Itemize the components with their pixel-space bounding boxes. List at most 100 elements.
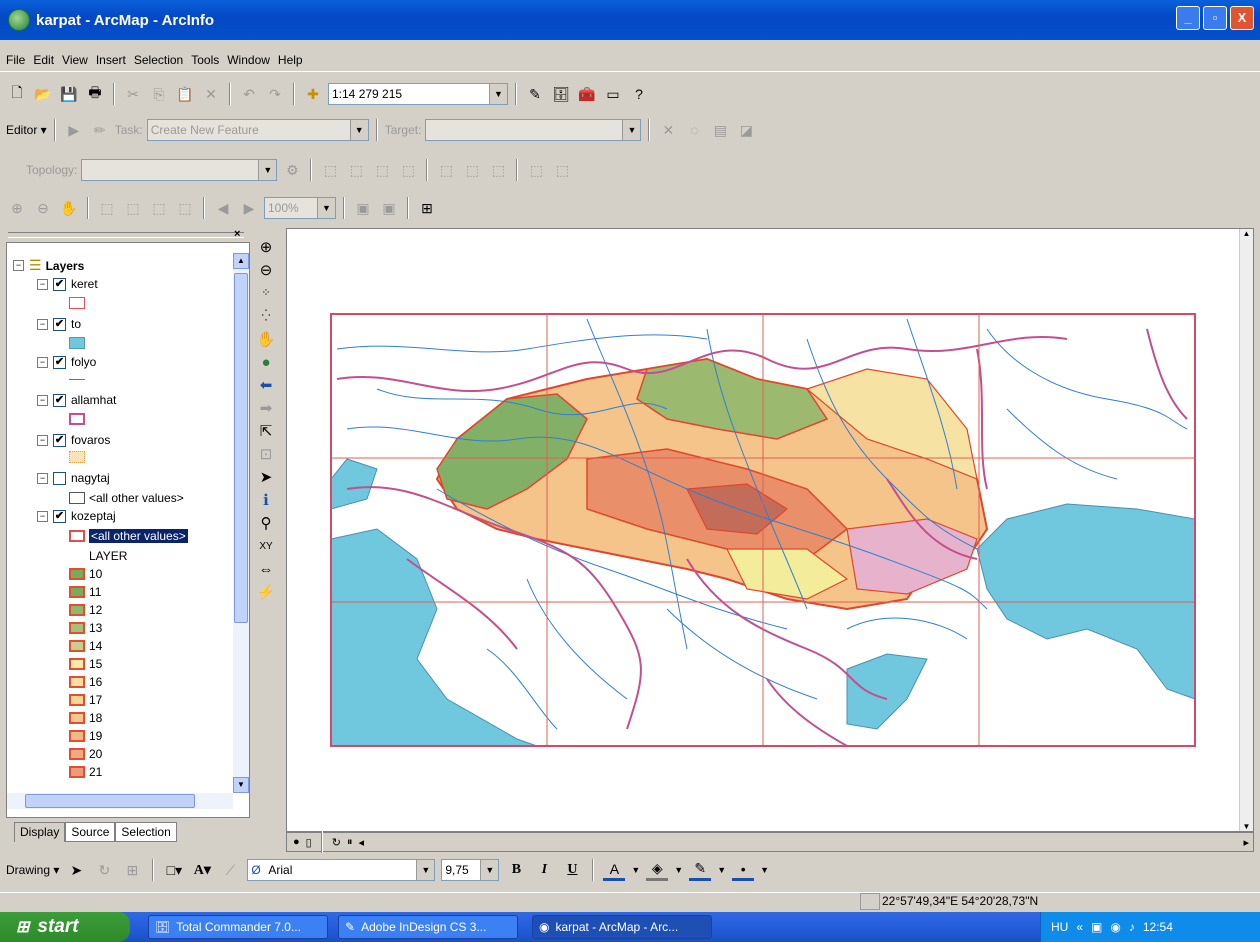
fixed-zoom-out-icon[interactable]: ⁛ bbox=[256, 305, 276, 328]
refresh-icon[interactable]: ↻ bbox=[332, 836, 341, 849]
class-item-14[interactable]: 14 bbox=[69, 639, 102, 653]
pause-drawing-icon[interactable]: ⏸ bbox=[347, 836, 353, 849]
minimize-button[interactable]: _ bbox=[1176, 6, 1200, 30]
scroll-up-icon[interactable]: ▲ bbox=[233, 253, 249, 269]
class-item-15[interactable]: 15 bbox=[69, 657, 102, 671]
chevron-down-icon[interactable]: ▼ bbox=[258, 160, 277, 180]
data-view-icon[interactable]: ● bbox=[293, 836, 300, 848]
class-item-18[interactable]: 18 bbox=[69, 711, 102, 725]
fix-error-icon[interactable]: ⬚ bbox=[525, 159, 547, 181]
layer-visibility-checkbox[interactable]: ✔ bbox=[53, 317, 66, 331]
scroll-down-icon[interactable]: ▼ bbox=[1240, 822, 1253, 831]
bold-button[interactable]: B bbox=[505, 859, 527, 881]
menu-file[interactable]: File bbox=[6, 53, 25, 67]
layer-visibility-checkbox[interactable]: ✔ bbox=[53, 433, 66, 447]
layout-pan-icon[interactable]: ✋ bbox=[58, 197, 80, 219]
layer-visibility-checkbox[interactable] bbox=[53, 471, 66, 485]
antivirus-icon[interactable]: ◉ bbox=[1110, 920, 1120, 934]
toc-vertical-scrollbar[interactable] bbox=[233, 253, 249, 793]
tab-source[interactable]: Source bbox=[65, 822, 116, 842]
text-tool-icon[interactable]: A▾ bbox=[191, 859, 213, 881]
marker-color-icon[interactable]: • bbox=[732, 859, 755, 881]
tab-selection[interactable]: Selection bbox=[115, 822, 177, 842]
tab-display[interactable]: Display bbox=[14, 822, 66, 842]
sketch-properties-icon[interactable]: ◪ bbox=[735, 119, 757, 141]
toc-layer-to[interactable]: − ✔ to bbox=[37, 317, 81, 331]
map-vertical-scrollbar[interactable]: ▲ ▼ bbox=[1239, 229, 1253, 831]
font-color-icon[interactable]: A bbox=[603, 859, 626, 881]
planarize-icon[interactable]: ⬚ bbox=[397, 159, 419, 181]
fixed-zoom-in-icon[interactable]: ⬚ bbox=[96, 197, 118, 219]
scroll-down-icon[interactable]: ▼ bbox=[233, 777, 249, 793]
class-item-11[interactable]: 11 bbox=[69, 585, 101, 599]
language-indicator[interactable]: HU bbox=[1051, 920, 1068, 934]
zoom-to-selected-icon[interactable]: ⊡ bbox=[256, 443, 276, 466]
hyperlink-icon[interactable]: ⚡ bbox=[256, 581, 276, 604]
menu-help[interactable]: Help bbox=[278, 53, 303, 67]
print-icon[interactable]: 🖶 bbox=[84, 83, 106, 105]
zoom-out-icon[interactable]: ⊖ bbox=[256, 259, 276, 282]
layer-visibility-checkbox[interactable]: ✔ bbox=[53, 509, 66, 523]
scroll-thumb[interactable] bbox=[234, 273, 248, 623]
chevron-down-icon[interactable]: ▼ bbox=[480, 860, 499, 880]
toc-layer-nagytaj[interactable]: − nagytaj bbox=[37, 471, 110, 485]
menu-view[interactable]: View bbox=[62, 53, 88, 67]
sketch-tool-icon[interactable]: ✏ bbox=[89, 119, 111, 141]
font-size-combo[interactable]: 9,75 ▼ bbox=[441, 859, 500, 881]
tray-expand-icon[interactable]: « bbox=[1076, 920, 1083, 934]
chevron-down-icon[interactable]: ▼ bbox=[717, 865, 726, 875]
task-combo[interactable]: Create New Feature ▼ bbox=[146, 119, 369, 141]
next-extent-icon[interactable]: ▶ bbox=[238, 197, 260, 219]
select-elements-icon[interactable]: ⇱ bbox=[256, 420, 276, 443]
toc-grip[interactable] bbox=[8, 232, 244, 238]
nagytaj-other-values[interactable]: <all other values> bbox=[69, 491, 184, 505]
class-item-17[interactable]: 17 bbox=[69, 693, 102, 707]
kozeptaj-other-values[interactable]: <all other values> bbox=[69, 529, 188, 543]
toggle-draft-mode-icon[interactable]: ▣ bbox=[352, 197, 374, 219]
chevron-down-icon[interactable]: ▼ bbox=[489, 84, 507, 104]
chevron-down-icon[interactable]: ▼ bbox=[622, 120, 641, 140]
collapse-icon[interactable]: − bbox=[37, 434, 48, 446]
toc-layer-fovaros[interactable]: − ✔ fovaros bbox=[37, 433, 110, 447]
layout-zoom-in-icon[interactable]: ⊕ bbox=[6, 197, 28, 219]
build-topology-icon[interactable]: ⬚ bbox=[371, 159, 393, 181]
rotate-icon[interactable]: ↻ bbox=[93, 859, 115, 881]
layout-zoom-out-icon[interactable]: ⊖ bbox=[32, 197, 54, 219]
collapse-icon[interactable]: − bbox=[37, 394, 48, 406]
previous-extent-icon[interactable]: ◀ bbox=[212, 197, 234, 219]
validate-icon[interactable]: ⬚ bbox=[435, 159, 457, 181]
validate-extent-icon[interactable]: ⬚ bbox=[461, 159, 483, 181]
underline-button[interactable]: U bbox=[561, 859, 583, 881]
drawing-menu[interactable]: Drawing ▾ bbox=[6, 863, 59, 877]
show-shared-features-icon[interactable]: ⬚ bbox=[345, 159, 367, 181]
layout-view-icon[interactable]: ▯ bbox=[306, 836, 312, 849]
edit-tool-icon[interactable]: ▶ bbox=[63, 119, 85, 141]
to-symbol[interactable] bbox=[69, 337, 85, 349]
font-combo[interactable]: Ø Arial ▼ bbox=[247, 859, 436, 881]
italic-button[interactable]: I bbox=[533, 859, 555, 881]
collapse-icon[interactable]: − bbox=[37, 356, 48, 368]
delete-icon[interactable]: ✕ bbox=[200, 83, 222, 105]
scroll-right-icon[interactable]: ▸ bbox=[1243, 836, 1249, 849]
layer-visibility-checkbox[interactable]: ✔ bbox=[53, 355, 66, 369]
volume-icon[interactable]: ♪ bbox=[1129, 920, 1135, 934]
layer-visibility-checkbox[interactable]: ✔ bbox=[53, 277, 66, 291]
toc-layer-keret[interactable]: − ✔ keret bbox=[37, 277, 98, 291]
measure-icon[interactable]: ⇔ bbox=[256, 558, 276, 581]
chevron-down-icon[interactable]: ▼ bbox=[416, 860, 435, 880]
map-scale-combo[interactable]: 1:14 279 215 ▼ bbox=[328, 83, 508, 105]
validate-selection-icon[interactable]: ⬚ bbox=[487, 159, 509, 181]
map-display[interactable]: ▲ ▼ bbox=[286, 228, 1254, 832]
class-item-13[interactable]: 13 bbox=[69, 621, 102, 635]
chevron-down-icon[interactable]: ▼ bbox=[317, 198, 335, 218]
collapse-icon[interactable]: − bbox=[13, 260, 24, 271]
chevron-down-icon[interactable]: ▼ bbox=[631, 865, 640, 875]
class-item-21[interactable]: 21 bbox=[69, 765, 102, 779]
scroll-left-icon[interactable]: ◂ bbox=[358, 836, 364, 849]
collapse-icon[interactable]: − bbox=[37, 472, 48, 484]
folyo-symbol[interactable] bbox=[69, 379, 85, 380]
class-item-16[interactable]: 16 bbox=[69, 675, 102, 689]
scroll-thumb[interactable] bbox=[25, 794, 195, 808]
forward-arrow-icon[interactable]: ➡ bbox=[256, 397, 276, 420]
find-binoculars-icon[interactable]: ⚲ bbox=[256, 512, 276, 535]
